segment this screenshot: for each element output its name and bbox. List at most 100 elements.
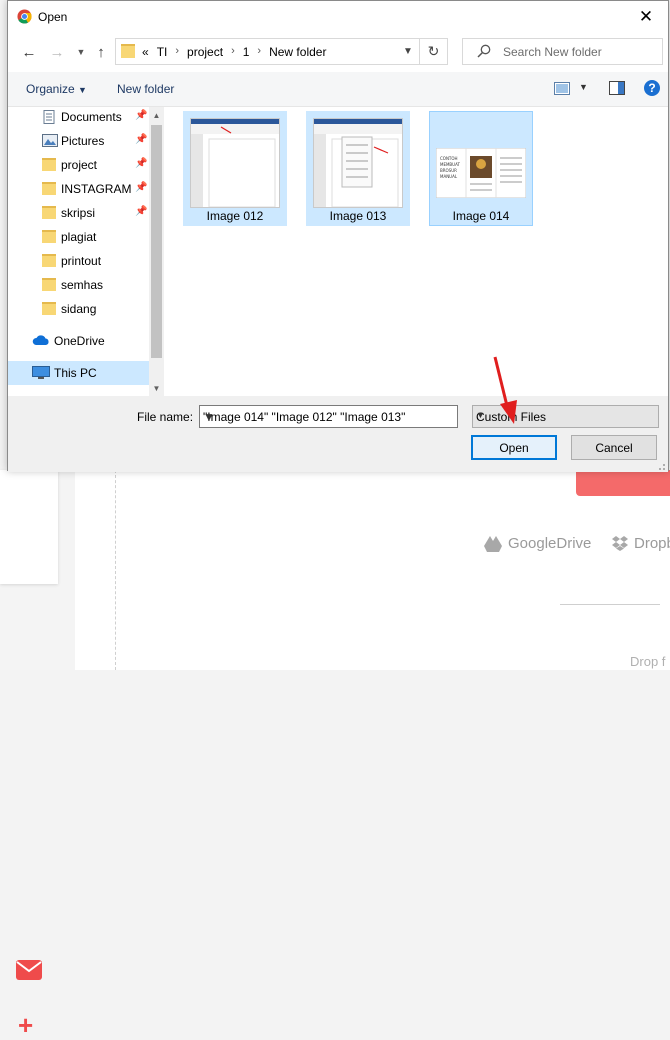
preview-pane-icon[interactable]	[609, 81, 625, 98]
help-icon[interactable]: ?	[644, 80, 660, 96]
search-icon	[477, 44, 491, 61]
folder-icon	[42, 254, 56, 267]
file-name-label: Image 012	[206, 209, 264, 223]
nav-item-onedrive[interactable]: OneDrive	[8, 329, 149, 353]
view-options-dropdown[interactable]: ▼	[579, 82, 588, 92]
file-type-select[interactable]: Custom Files ▼	[472, 405, 659, 428]
recent-locations-button[interactable]: ▼	[70, 42, 92, 62]
breadcrumb-item[interactable]: project	[187, 45, 223, 59]
forward-button[interactable]: →	[46, 42, 68, 62]
arrow-up-icon: ↑	[97, 43, 105, 61]
open-button[interactable]: Open	[471, 435, 557, 460]
scroll-up-icon[interactable]: ▲	[149, 107, 164, 123]
address-dropdown-button[interactable]: ▼	[397, 39, 419, 64]
nav-item-instagram[interactable]: INSTAGRAM 📌	[8, 177, 149, 201]
scroll-down-icon[interactable]: ▼	[149, 380, 164, 396]
pictures-icon	[42, 134, 58, 147]
breadcrumb-item[interactable]: New folder	[269, 45, 326, 59]
nav-item-skripsi[interactable]: skripsi 📌	[8, 201, 149, 225]
nav-item-documents[interactable]: Documents 📌	[8, 105, 149, 129]
refresh-icon: ↻	[427, 43, 440, 59]
navigation-scrollbar[interactable]: ▲ ▼	[149, 107, 164, 396]
file-name-caption: File name:	[137, 410, 194, 424]
dropbox-link[interactable]: Dropb	[612, 535, 670, 552]
pin-icon: 📌	[135, 206, 148, 217]
organize-label: Organize	[26, 82, 75, 96]
address-bar[interactable]: « TI › project › 1 › New folder ▼	[115, 38, 448, 65]
nav-item-label: OneDrive	[54, 334, 105, 348]
navigation-bar: ← → ▼ ↑ « TI › project › 1 › New folder …	[8, 32, 668, 72]
nav-item-label: plagiat	[61, 230, 97, 244]
navigation-pane: Documents 📌 Pictures 📌 project 📌 INSTAGR…	[8, 107, 157, 396]
breadcrumb: « TI › project › 1 › New folder	[142, 45, 326, 59]
dropbox-icon	[612, 536, 628, 551]
breadcrumb-item[interactable]: TI	[157, 45, 168, 59]
dropbox-label: Dropb	[634, 535, 670, 552]
folder-icon	[121, 44, 135, 58]
close-icon: ✕	[638, 6, 654, 26]
breadcrumb-chevron-icon[interactable]: ›	[175, 45, 179, 59]
background-sidebar: +	[0, 470, 58, 1038]
up-button[interactable]: ↑	[90, 42, 112, 62]
image-thumbnail: CONTOH MEMBUAT BROSUR MANUAL	[436, 148, 526, 198]
nav-item-pictures[interactable]: Pictures 📌	[8, 129, 149, 153]
close-button[interactable]: ✕	[624, 1, 668, 32]
new-folder-button[interactable]: New folder	[117, 82, 174, 96]
image-thumbnail	[313, 118, 403, 208]
nav-item-this-pc[interactable]: This PC	[8, 361, 149, 385]
resize-grip-icon[interactable]	[656, 460, 666, 470]
nav-item-printout[interactable]: printout	[8, 249, 149, 273]
nav-item-label: Documents	[61, 110, 122, 124]
background-dashed-divider	[115, 470, 116, 670]
breadcrumb-chevron-icon[interactable]: ›	[231, 45, 235, 59]
change-view-icon[interactable]	[554, 82, 570, 98]
breadcrumb-overflow[interactable]: «	[142, 45, 149, 59]
mail-icon[interactable]	[16, 960, 42, 983]
nav-item-label: INSTAGRAM	[61, 182, 132, 196]
nav-item-sidang[interactable]: sidang	[8, 297, 149, 321]
cancel-button[interactable]: Cancel	[571, 435, 657, 460]
breadcrumb-item[interactable]: 1	[243, 45, 250, 59]
back-button[interactable]: ←	[18, 42, 40, 62]
background-main-panel	[75, 470, 670, 670]
breadcrumb-chevron-icon[interactable]: ›	[257, 45, 261, 59]
file-name-input[interactable]: "Image 014" "Image 012" "Image 013" ▼	[199, 405, 458, 428]
organize-button[interactable]: Organize ▼	[26, 82, 87, 96]
folder-icon	[42, 302, 56, 315]
chevron-down-icon[interactable]: ▼	[203, 410, 455, 424]
file-item-image-014[interactable]: CONTOH MEMBUAT BROSUR MANUAL Image 014	[429, 111, 533, 226]
nav-item-plagiat[interactable]: plagiat	[8, 225, 149, 249]
folder-icon	[42, 206, 56, 219]
pin-icon: 📌	[135, 134, 148, 145]
dialog-titlebar[interactable]: Open ✕	[8, 1, 668, 32]
nav-item-label: sidang	[61, 302, 97, 316]
command-toolbar: Organize ▼ New folder ▼ ?	[8, 72, 668, 107]
search-input[interactable]: Search New folder	[462, 38, 663, 65]
file-name-label: Image 014	[452, 209, 510, 223]
scrollbar-thumb[interactable]	[151, 125, 162, 358]
file-item-image-012[interactable]: Image 012	[183, 111, 287, 226]
image-thumbnail	[190, 118, 280, 208]
dialog-title: Open	[38, 10, 68, 24]
this-pc-icon	[32, 366, 50, 379]
nav-item-semhas[interactable]: semhas	[8, 273, 149, 297]
chevron-down-icon: ▼	[403, 46, 413, 57]
pin-icon: 📌	[135, 158, 148, 169]
plus-icon[interactable]: +	[18, 1012, 33, 1038]
nav-item-label: skripsi	[61, 206, 96, 220]
nav-item-label: semhas	[61, 278, 104, 292]
refresh-button[interactable]: ↻	[419, 38, 448, 65]
chrome-icon	[17, 9, 32, 27]
googledrive-link[interactable]: GoogleDrive	[484, 535, 591, 552]
folder-icon	[42, 158, 56, 171]
file-item-image-013[interactable]: Image 013	[306, 111, 410, 226]
nav-item-label: project	[61, 158, 98, 172]
googledrive-icon	[484, 535, 502, 552]
thumbnail-text: CONTOH	[440, 156, 458, 161]
nav-item-project[interactable]: project 📌	[8, 153, 149, 177]
background-red-button[interactable]	[576, 470, 670, 496]
arrow-left-icon: ←	[21, 43, 37, 61]
caret-down-icon: ▼	[78, 85, 87, 95]
dialog-footer: File name: "Image 014" "Image 012" "Imag…	[8, 396, 668, 472]
pin-icon: 📌	[135, 182, 148, 193]
